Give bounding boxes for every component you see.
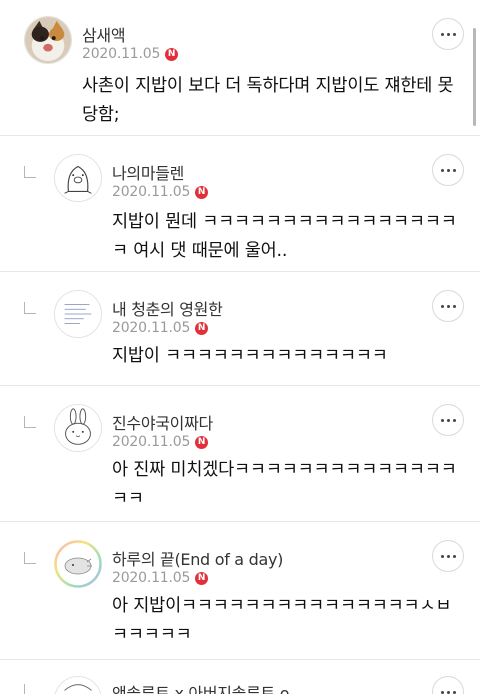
reply-arrow-icon — [24, 684, 36, 694]
more-dot — [446, 418, 450, 422]
comment-text: 지밥이 뭔데 ㅋㅋㅋㅋㅋㅋㅋㅋㅋㅋㅋㅋㅋㅋㅋㅋㅋ 여시 댓 때문에 울어.. — [112, 212, 457, 261]
more-dot — [452, 304, 456, 308]
author-name[interactable]: 하루의 끝(End of a day) — [112, 546, 283, 570]
comment-text: 지밥이 ㅋㅋㅋㅋㅋㅋㅋㅋㅋㅋㅋㅋㅋㅋ — [112, 346, 388, 366]
more-options-button[interactable] — [432, 404, 464, 436]
author-name[interactable]: 내 청춘의 영원한 — [112, 296, 223, 320]
avatar[interactable] — [54, 290, 102, 338]
reply-arrow-icon — [24, 302, 36, 314]
rainbow-ring-doodle-avatar — [54, 540, 102, 588]
cat-photo-avatar — [25, 17, 71, 63]
comment-date: 2020.11.05 — [112, 320, 191, 336]
more-dot — [452, 418, 456, 422]
more-options-button[interactable] — [432, 290, 464, 322]
author-name[interactable]: 나의마들렌 — [112, 160, 184, 184]
comment-item: 삼새액 2020.11.05 N 사촌이 지밥이 보다 더 독하다며 지밥이도 … — [0, 0, 480, 136]
more-options-icon — [440, 690, 444, 694]
rabbit-doodle-avatar — [55, 405, 101, 451]
reply-arrow-icon — [24, 552, 36, 564]
more-dot — [452, 168, 456, 172]
reply-item: 하루의 끝(End of a day) 2020.11.05 N 아 지밥이ㅋㅋ… — [0, 522, 480, 660]
date-row: 2020.11.05 N — [82, 46, 179, 62]
comment-date: 2020.11.05 — [112, 184, 191, 200]
new-badge: N — [195, 435, 209, 449]
more-options-button[interactable] — [432, 154, 464, 186]
more-options-button[interactable] — [432, 18, 464, 50]
avatar[interactable] — [54, 540, 102, 588]
comment-text: 아 진짜 미치겠다ㅋㅋㅋㅋㅋㅋㅋㅋㅋㅋㅋㅋㅋㅋㅋㅋ — [112, 460, 457, 509]
scrollbar[interactable] — [473, 28, 476, 126]
reply-item: 내 청춘의 영원한 2020.11.05 N 지밥이 ㅋㅋㅋㅋㅋㅋㅋㅋㅋㅋㅋㅋㅋ… — [0, 272, 480, 386]
comment-text: 사촌이 지밥이 보다 더 독하다며 지밥이도 쟤한테 못당함; — [82, 76, 454, 125]
more-dot — [446, 32, 450, 36]
author-name[interactable]: 앤솔루트 x 아버지솔루트 o — [112, 680, 290, 694]
comment-text: 아 지밥이ㅋㅋㅋㅋㅋㅋㅋㅋㅋㅋㅋㅋㅋㅋㅋㅅㅂㅋㅋㅋㅋㅋ — [112, 596, 452, 645]
avatar[interactable] — [54, 154, 102, 202]
new-badge: N — [165, 47, 179, 61]
avatar[interactable] — [54, 676, 102, 694]
new-badge: N — [195, 185, 209, 199]
reply-item: 진수야국이짜다 2020.11.05 N 아 진짜 미치겠다ㅋㅋㅋㅋㅋㅋㅋㅋㅋㅋ… — [0, 386, 480, 522]
new-badge: N — [195, 571, 209, 585]
reply-item: 앤솔루트 x 아버지솔루트 o — [0, 660, 480, 694]
more-options-icon — [440, 168, 444, 172]
more-options-icon — [440, 554, 444, 558]
comment-date: 2020.11.05 — [112, 570, 191, 586]
date-row: 2020.11.05 N — [112, 570, 209, 586]
pig-doodle-avatar — [55, 155, 101, 201]
comment-date: 2020.11.05 — [112, 434, 191, 450]
more-dot — [446, 304, 450, 308]
more-options-button[interactable] — [432, 540, 464, 572]
more-dot — [452, 32, 456, 36]
more-dot — [446, 690, 450, 694]
new-badge: N — [195, 321, 209, 335]
more-dot — [452, 690, 456, 694]
reply-item: 나의마들렌 2020.11.05 N 지밥이 뭔데 ㅋㅋㅋㅋㅋㅋㅋㅋㅋㅋㅋㅋㅋㅋ… — [0, 136, 480, 272]
date-row: 2020.11.05 N — [112, 184, 209, 200]
comment-date: 2020.11.05 — [82, 46, 161, 62]
avatar[interactable] — [24, 16, 72, 64]
more-options-icon — [440, 304, 444, 308]
more-options-icon — [440, 418, 444, 422]
more-dot — [452, 554, 456, 558]
reply-arrow-icon — [24, 166, 36, 178]
date-row: 2020.11.05 N — [112, 320, 209, 336]
partial-doodle-avatar — [55, 677, 101, 694]
handwriting-note-avatar — [55, 291, 101, 337]
more-options-button[interactable] — [432, 676, 464, 694]
more-dot — [446, 168, 450, 172]
more-options-icon — [440, 32, 444, 36]
date-row: 2020.11.05 N — [112, 434, 209, 450]
avatar[interactable] — [54, 404, 102, 452]
more-dot — [446, 554, 450, 558]
author-name[interactable]: 삼새액 — [82, 22, 126, 46]
author-name[interactable]: 진수야국이짜다 — [112, 410, 213, 434]
reply-arrow-icon — [24, 416, 36, 428]
